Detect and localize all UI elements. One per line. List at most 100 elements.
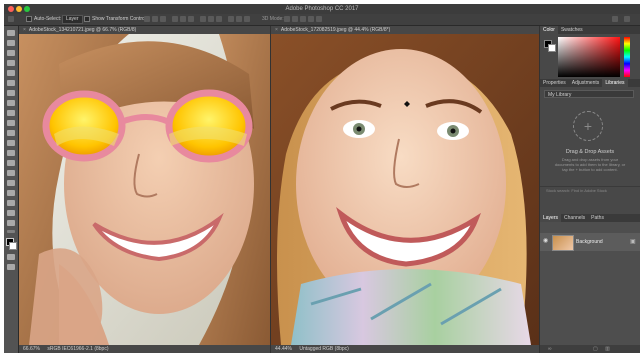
link-layers-icon[interactable]: ∞ bbox=[548, 346, 552, 352]
layer-thumbnail bbox=[552, 235, 574, 251]
auto-select-target-dropdown[interactable]: Layer bbox=[62, 14, 83, 25]
align-left-icon[interactable] bbox=[172, 16, 178, 22]
more-tools-icon[interactable] bbox=[7, 230, 15, 233]
library-panel-tabs: Properties Adjustments Libraries bbox=[540, 79, 640, 87]
zoom-level[interactable]: 66.67% bbox=[23, 346, 40, 352]
tab-layers[interactable]: Layers bbox=[540, 214, 562, 222]
background-swatch[interactable] bbox=[548, 44, 556, 52]
layer-name[interactable]: Background bbox=[576, 233, 603, 251]
distribute-middle-icon[interactable] bbox=[208, 16, 214, 22]
stock-search-label[interactable]: Stock search: Find in Adobe Stock bbox=[546, 188, 607, 193]
shape-tool-icon[interactable] bbox=[7, 200, 15, 206]
checkbox-icon bbox=[84, 15, 90, 22]
smiling-woman-photo bbox=[271, 34, 539, 345]
tab-libraries[interactable]: Libraries bbox=[602, 79, 628, 87]
layer-row[interactable]: ◉ Background ▣ bbox=[540, 233, 640, 251]
add-asset-icon[interactable]: + bbox=[573, 111, 603, 141]
visibility-eye-icon[interactable]: ◉ bbox=[543, 238, 549, 244]
eraser-tool-icon[interactable] bbox=[7, 130, 15, 136]
3d-scale-icon[interactable] bbox=[316, 16, 322, 22]
quick-selection-tool-icon[interactable] bbox=[7, 60, 15, 66]
move-tool-icon[interactable] bbox=[7, 30, 15, 36]
tab-color[interactable]: Color bbox=[540, 26, 558, 34]
tab-channels[interactable]: Channels bbox=[561, 214, 588, 222]
status-bar-2: 44.44% Untagged RGB (8bpc) bbox=[271, 345, 539, 353]
zoom-level[interactable]: 44.44% bbox=[275, 346, 292, 352]
document-profile-info[interactable]: Untagged RGB (8bpc) bbox=[299, 346, 348, 352]
gradient-tool-icon[interactable] bbox=[7, 140, 15, 146]
distribute-center-icon[interactable] bbox=[236, 16, 242, 22]
3d-roll-icon[interactable] bbox=[292, 16, 298, 22]
options-bar: Auto-Select: Layer Show Transform Contro… bbox=[4, 14, 640, 26]
document-tab-2[interactable]: × AdobeStock_172082519.jpeg @ 44.4% (RGB/… bbox=[271, 26, 539, 34]
document-window-2: × AdobeStock_172082519.jpeg @ 44.4% (RGB/… bbox=[271, 26, 539, 353]
show-transform-controls-checkbox[interactable]: Show Transform Controls bbox=[84, 14, 148, 25]
hand-tool-icon[interactable] bbox=[7, 210, 15, 216]
image-canvas-1[interactable] bbox=[19, 34, 270, 345]
status-bar-1: 66.67% sRGB IEC61966-2.1 (8bpc) bbox=[19, 345, 270, 353]
align-middle-icon[interactable] bbox=[152, 16, 158, 22]
distribute-bottom-icon[interactable] bbox=[216, 16, 222, 22]
title-bar: Adobe Photoshop CC 2017 bbox=[4, 4, 640, 14]
distribute-left-icon[interactable] bbox=[228, 16, 234, 22]
layers-footer: ∞ ▢ ▥ bbox=[540, 345, 640, 353]
tab-swatches[interactable]: Swatches bbox=[558, 26, 586, 34]
layers-list: ◉ Background ▣ bbox=[540, 222, 640, 345]
minimize-window-icon[interactable] bbox=[16, 6, 22, 12]
drop-heading: Drag & Drop Assets bbox=[565, 149, 615, 155]
align-top-icon[interactable] bbox=[144, 16, 150, 22]
eyedropper-tool-icon[interactable] bbox=[7, 80, 15, 86]
color-panel-tabs: Color Swatches bbox=[540, 26, 640, 34]
new-layer-icon[interactable]: ▢ bbox=[593, 346, 598, 352]
pen-tool-icon[interactable] bbox=[7, 170, 15, 176]
align-center-icon[interactable] bbox=[180, 16, 186, 22]
history-brush-tool-icon[interactable] bbox=[7, 120, 15, 126]
screen-mode-icon[interactable] bbox=[7, 264, 15, 270]
move-tool-preset-icon[interactable] bbox=[8, 16, 14, 22]
3d-rotate-icon[interactable] bbox=[284, 16, 290, 22]
tab-adjustments[interactable]: Adjustments bbox=[569, 79, 603, 87]
drop-description: Drag and drop assets from your documents… bbox=[554, 157, 626, 172]
woman-with-sunglasses-photo bbox=[19, 34, 270, 345]
align-right-icon[interactable] bbox=[188, 16, 194, 22]
align-bottom-icon[interactable] bbox=[160, 16, 166, 22]
close-tab-icon[interactable]: × bbox=[23, 27, 26, 33]
distribute-right-icon[interactable] bbox=[244, 16, 250, 22]
checkbox-icon bbox=[26, 15, 32, 22]
tab-paths[interactable]: Paths bbox=[588, 214, 607, 222]
document-tab-1[interactable]: × AdobeStock_134210721.jpeg @ 66.7% (RGB/… bbox=[19, 26, 270, 34]
3d-mode-label: 3D Mode: bbox=[262, 16, 284, 22]
layers-panel-tabs: Layers Channels Paths bbox=[540, 214, 640, 222]
document-profile-info[interactable]: sRGB IEC61966-2.1 (8bpc) bbox=[47, 346, 108, 352]
close-window-icon[interactable] bbox=[8, 6, 14, 12]
library-footer: Stock search: Find in Adobe Stock bbox=[540, 186, 640, 195]
crop-tool-icon[interactable] bbox=[7, 70, 15, 76]
color-picker-field[interactable] bbox=[558, 37, 620, 77]
marquee-tool-icon[interactable] bbox=[7, 40, 15, 46]
hue-slider[interactable] bbox=[624, 37, 630, 77]
close-tab-icon[interactable]: × bbox=[275, 27, 278, 33]
library-dropdown[interactable]: My Library bbox=[544, 90, 634, 98]
3d-drag-icon[interactable] bbox=[300, 16, 306, 22]
distribute-top-icon[interactable] bbox=[200, 16, 206, 22]
workspace-switcher-icon[interactable] bbox=[624, 16, 630, 22]
image-canvas-2[interactable] bbox=[271, 34, 539, 345]
blur-tool-icon[interactable] bbox=[7, 150, 15, 156]
tab-properties[interactable]: Properties bbox=[540, 79, 569, 87]
brush-tool-icon[interactable] bbox=[7, 100, 15, 106]
dodge-tool-icon[interactable] bbox=[7, 160, 15, 166]
maximize-window-icon[interactable] bbox=[24, 6, 30, 12]
lock-icon: ▣ bbox=[630, 239, 636, 245]
background-color-swatch[interactable] bbox=[9, 242, 17, 250]
3d-slide-icon[interactable] bbox=[308, 16, 314, 22]
type-tool-icon[interactable] bbox=[7, 180, 15, 186]
auto-select-checkbox[interactable]: Auto-Select: bbox=[26, 14, 61, 25]
lasso-tool-icon[interactable] bbox=[7, 50, 15, 56]
quick-mask-icon[interactable] bbox=[7, 254, 15, 260]
clone-stamp-tool-icon[interactable] bbox=[7, 110, 15, 116]
delete-layer-icon[interactable]: ▥ bbox=[605, 346, 610, 352]
healing-brush-tool-icon[interactable] bbox=[7, 90, 15, 96]
path-selection-tool-icon[interactable] bbox=[7, 190, 15, 196]
zoom-tool-icon[interactable] bbox=[7, 220, 15, 226]
search-icon[interactable] bbox=[612, 16, 618, 22]
